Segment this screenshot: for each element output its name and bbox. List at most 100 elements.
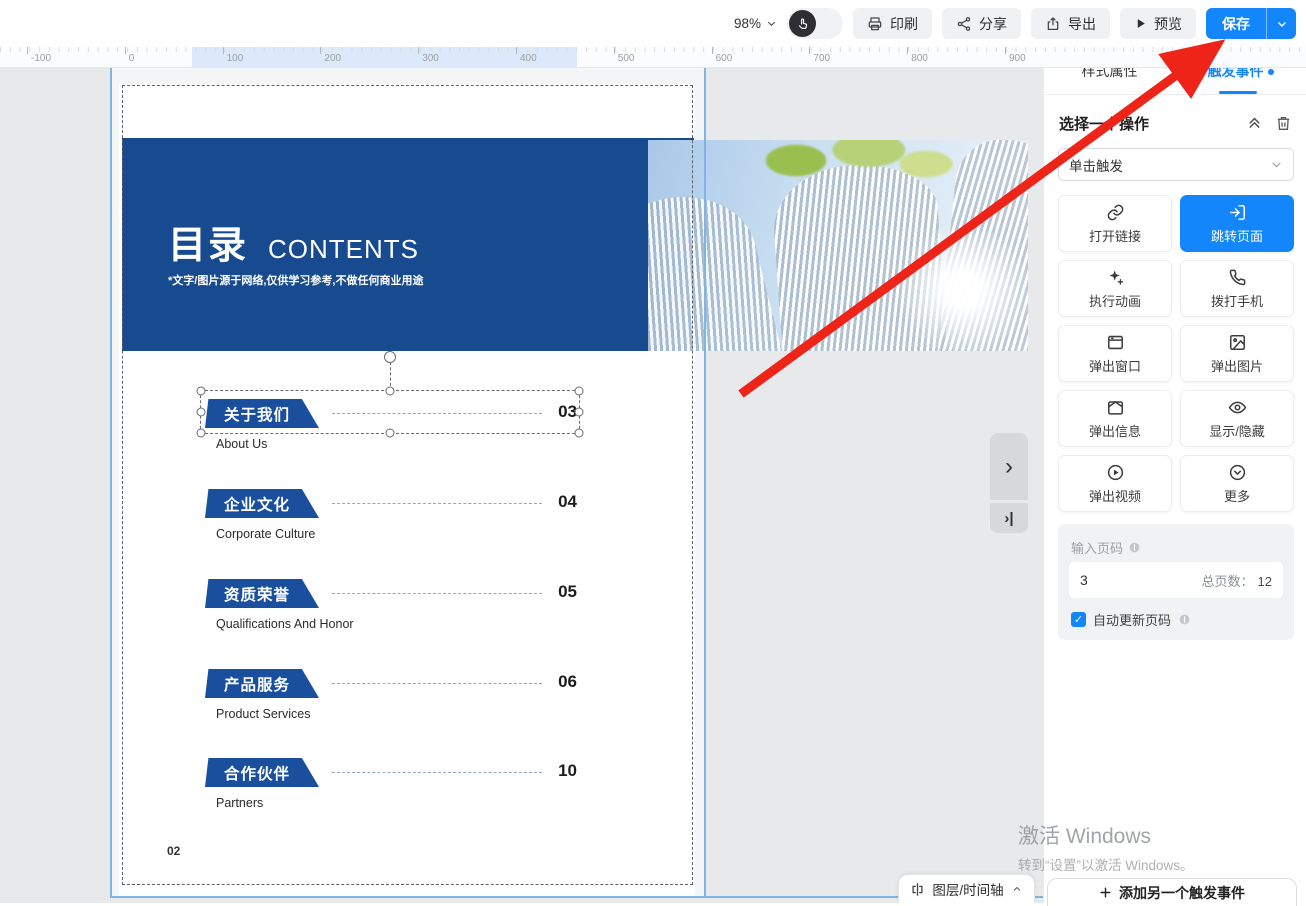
- slide-title-en: CONTENTS: [268, 234, 419, 265]
- save-button[interactable]: 保存: [1206, 8, 1266, 39]
- page-number-input-wrap: 总页数：12: [1069, 562, 1283, 598]
- add-trigger-label: 添加另一个触发事件: [1119, 883, 1245, 903]
- action-call-phone[interactable]: 拨打手机: [1180, 260, 1294, 317]
- action-label: 弹出窗口: [1089, 356, 1141, 375]
- toc-subtitle: About Us: [216, 437, 267, 451]
- toc-page-number: 06: [558, 672, 577, 692]
- save-button-group: 保存: [1206, 8, 1296, 39]
- collapse-icon[interactable]: [1246, 115, 1263, 132]
- touch-toggle-icon: [789, 10, 816, 37]
- checkbox-checked-icon[interactable]: ✓: [1071, 612, 1086, 627]
- canvas-guide-left: [110, 68, 112, 897]
- share-label: 分享: [979, 14, 1007, 34]
- plus-icon: [1099, 886, 1112, 899]
- trigger-type-select[interactable]: 单击触发: [1058, 148, 1294, 181]
- last-page-button[interactable]: ›|: [990, 503, 1028, 533]
- section-title: 选择一个操作: [1059, 113, 1234, 134]
- active-tab-underline: [1218, 91, 1256, 95]
- toc-flag[interactable]: 资质荣誉: [205, 579, 319, 608]
- print-label: 印刷: [890, 14, 918, 34]
- toc-subtitle: Corporate Culture: [216, 527, 315, 541]
- play-circle-icon: [1106, 463, 1125, 482]
- action-label: 打开链接: [1089, 226, 1141, 245]
- action-grid: 打开链接 跳转页面 执行动画 拨打手机 弹出窗口 弹出图片 弹出信息 显示/隐: [1058, 195, 1294, 512]
- timeline-icon: [910, 882, 925, 897]
- layers-timeline-button[interactable]: 图层/时间轴: [898, 874, 1035, 903]
- action-label: 更多: [1224, 486, 1250, 505]
- chevron-circle-icon: [1228, 463, 1247, 482]
- resize-handle-se[interactable]: [575, 429, 584, 438]
- slide-title-cn: 目录: [168, 214, 248, 269]
- auto-update-checkbox-row[interactable]: ✓ 自动更新页码: [1071, 610, 1191, 629]
- action-popup-image[interactable]: 弹出图片: [1180, 325, 1294, 382]
- preview-button[interactable]: 预览: [1120, 8, 1196, 39]
- resize-handle-s[interactable]: [386, 429, 395, 438]
- toc-flag[interactable]: 产品服务: [205, 669, 319, 698]
- jump-page-icon: [1228, 203, 1247, 222]
- toc-flag[interactable]: 企业文化: [205, 489, 319, 518]
- chevron-down-icon: [1276, 18, 1288, 30]
- action-run-animation[interactable]: 执行动画: [1058, 260, 1172, 317]
- info-icon: [1178, 613, 1191, 626]
- trash-icon[interactable]: [1275, 115, 1292, 132]
- resize-handle-e[interactable]: [575, 408, 584, 417]
- action-label: 执行动画: [1089, 291, 1141, 310]
- add-trigger-event-button[interactable]: 添加另一个触发事件: [1047, 878, 1297, 906]
- link-icon: [1106, 203, 1125, 222]
- resize-handle-n[interactable]: [386, 387, 395, 396]
- action-jump-page[interactable]: 跳转页面: [1180, 195, 1294, 252]
- action-show-hide[interactable]: 显示/隐藏: [1180, 390, 1294, 447]
- zoom-level-value: 98%: [734, 16, 761, 31]
- export-label: 导出: [1068, 14, 1096, 34]
- slide-title[interactable]: 目录 CONTENTS: [168, 214, 419, 269]
- horizontal-ruler: -1000100200300400500600700800900: [0, 47, 1306, 68]
- eye-icon: [1228, 398, 1247, 417]
- action-more[interactable]: 更多: [1180, 455, 1294, 512]
- export-button[interactable]: 导出: [1031, 8, 1110, 39]
- save-dropdown-button[interactable]: [1266, 8, 1296, 39]
- toc-subtitle: Partners: [216, 796, 263, 810]
- action-popup-video[interactable]: 弹出视频: [1058, 455, 1172, 512]
- resize-handle-sw[interactable]: [197, 429, 206, 438]
- toc-page-number: 05: [558, 582, 577, 602]
- preview-label: 预览: [1154, 14, 1182, 34]
- resize-handle-nw[interactable]: [197, 387, 206, 396]
- page-navigation: › ›|: [990, 433, 1028, 533]
- share-button[interactable]: 分享: [942, 8, 1021, 39]
- toc-subtitle: Product Services: [216, 707, 310, 721]
- trigger-tab-dot: [1268, 69, 1274, 75]
- phone-icon: [1228, 268, 1247, 287]
- resize-handle-w[interactable]: [197, 408, 206, 417]
- toc-dashed-line: [332, 593, 542, 594]
- auto-update-label: 自动更新页码: [1093, 610, 1171, 629]
- image-icon: [1228, 333, 1247, 352]
- page-number-input[interactable]: [1080, 572, 1170, 588]
- toc-dashed-line: [332, 683, 542, 684]
- action-label: 弹出信息: [1089, 421, 1141, 440]
- export-icon: [1045, 16, 1061, 32]
- action-popup-window[interactable]: 弹出窗口: [1058, 325, 1172, 382]
- tower-shape: [648, 180, 792, 351]
- rotation-handle[interactable]: [384, 351, 396, 363]
- total-pages: 总页数：12: [1202, 571, 1272, 590]
- toc-dashed-line: [332, 772, 542, 773]
- editor-canvas[interactable]: 目录 CONTENTS *文字/图片源于网络,仅供学习参考,不做任何商业用途 关…: [0, 68, 1043, 903]
- next-page-button[interactable]: ›: [990, 433, 1028, 500]
- print-button[interactable]: 印刷: [853, 8, 932, 39]
- touch-mode-toggle[interactable]: [787, 8, 843, 39]
- canvas-guide-right: [704, 68, 706, 897]
- action-label: 弹出视频: [1089, 486, 1141, 505]
- zoom-level-control[interactable]: 98%: [734, 16, 777, 31]
- printer-icon: [867, 16, 883, 32]
- properties-panel: 样式属性 触发事件 选择一个操作 单击触发 打开链接 跳转页面 执行动画: [1043, 47, 1306, 903]
- action-open-link[interactable]: 打开链接: [1058, 195, 1172, 252]
- slide-disclaimer[interactable]: *文字/图片源于网络,仅供学习参考,不做任何商业用途: [168, 272, 423, 288]
- resize-handle-ne[interactable]: [575, 387, 584, 396]
- leaves-shape: [718, 140, 978, 192]
- action-popup-message[interactable]: 弹出信息: [1058, 390, 1172, 447]
- toc-flag[interactable]: 合作伙伴: [205, 758, 319, 787]
- window-icon: [1106, 333, 1125, 352]
- action-label: 弹出图片: [1211, 356, 1263, 375]
- toc-flag[interactable]: 关于我们: [205, 399, 319, 428]
- toc-page-number: 10: [558, 761, 577, 781]
